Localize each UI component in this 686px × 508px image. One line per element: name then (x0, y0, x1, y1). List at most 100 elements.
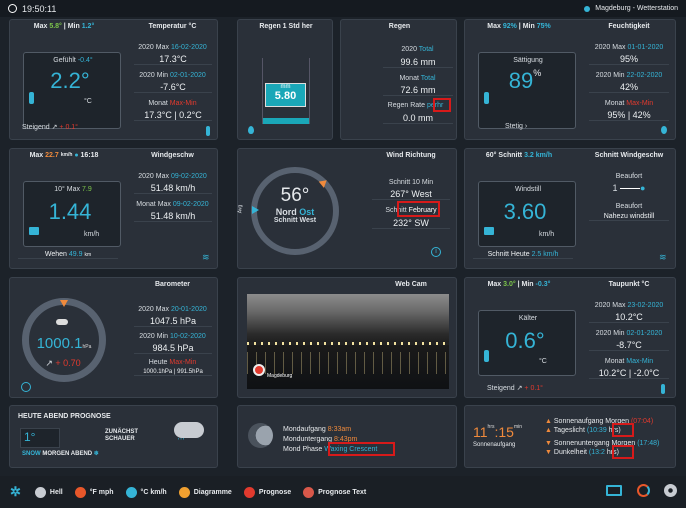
direction-dir2: Ost (299, 207, 315, 217)
direction-month-dir: SW (414, 218, 429, 228)
diagramme-dot-icon (178, 486, 190, 498)
sun-dark-highlight (612, 445, 634, 459)
diagramme-button[interactable]: Diagramme (178, 486, 232, 498)
webcam-lights (247, 352, 449, 374)
trend-up-icon: ↗ (45, 358, 53, 368)
avgwind-title: Schnitt Windgeschw (594, 151, 664, 159)
temp-month-maxmin: Max-Min (169, 100, 197, 107)
prognose-text-button[interactable]: Prognose Text (303, 486, 366, 498)
avgwind-unit: km/h (539, 231, 555, 238)
refresh-icon[interactable] (637, 484, 650, 497)
dew-max2020-date: 23-02-2020 (627, 302, 664, 309)
units-f-mph-button[interactable]: °F mph (74, 486, 114, 498)
wind-unit: km/h (84, 231, 100, 238)
webcam-title: Web Cam (395, 280, 427, 288)
ckmh-dot-icon (125, 486, 137, 498)
temp-min2020-date: 02-01-2020 (169, 72, 206, 79)
sun-rise: ▲ Sonnenaufgang Morgen (07:04) (545, 418, 654, 425)
wind-clock-icon: ● (74, 151, 79, 159)
sun-duration: 11hrs:15min (473, 424, 523, 440)
wind-max2020-label: 2020 Max (138, 173, 169, 180)
moon-rise-value: 8:33am (327, 426, 352, 433)
dew-trend-value: + 0.1° (524, 385, 543, 392)
prognose-label: Prognose (258, 488, 292, 496)
temp-feel: Gefühlt -0.4° (38, 57, 108, 64)
baro-unit: hPa (82, 344, 92, 350)
rain-month-value: 72.6 mm (383, 85, 453, 96)
dew-max2020-value: 10.2°C (589, 312, 669, 323)
webcam-image[interactable]: Magdeburg (247, 294, 449, 389)
moon-rise: Mondaufgang 8:33am (283, 426, 351, 433)
direction-ten-dir: West (411, 189, 432, 199)
location-name: Magdeburg - Wetterstation (595, 5, 678, 12)
humidity-unit: % (533, 68, 542, 78)
temp-trend-value: + 0.1° (59, 124, 78, 131)
wind-direction-panel: Wind Richtung Avg 56° Nord Ost Schnitt W… (237, 148, 457, 269)
fmph-label: °F mph (89, 488, 114, 496)
avgwind-today: Schnitt Heute 2.5 km/h (473, 251, 573, 259)
temp-month: Monat Max-Min (130, 100, 215, 107)
dew-max-value: 3.0° (503, 280, 516, 288)
dew-status: Kälter (518, 315, 538, 322)
settings-icon[interactable]: ✲ (10, 484, 21, 500)
avgwind-today-value: 2.5 km/h (531, 251, 559, 258)
baro-title: Barometer (154, 280, 190, 288)
baro-min2020-label: 2020 Min (139, 333, 169, 340)
dew-min-value: -0.3° (535, 280, 551, 288)
direction-ten-label: Schnitt 10 Min (388, 179, 434, 186)
rain-hour-display: mm 5.80 (265, 83, 306, 107)
dew-month-maxmin: Max-Min (626, 358, 654, 365)
temp-unit: °C (84, 98, 92, 105)
forecast-evening: MORGEN ABEND (42, 451, 93, 457)
temp-min-label: Min (67, 22, 80, 30)
monitor-icon[interactable] (606, 485, 622, 496)
baro-min2020-date: 10-02-2020 (169, 333, 206, 340)
dew-min2020-value: -8.7°C (589, 340, 669, 351)
info-icon[interactable]: i (431, 247, 441, 257)
theme-hell-button[interactable]: Hell (34, 486, 63, 498)
temp-trend: Steigend ↗ + 0.1° (22, 123, 78, 131)
sun-dark-label: Dunkelheit (553, 449, 587, 456)
rain-gauge-fill (263, 118, 309, 124)
avgwind-head-value: 3.2 km/h (524, 151, 553, 159)
dew-trend-label: Steigend (487, 385, 515, 392)
dew-title: Taupunkt °C (608, 280, 650, 288)
hum-max-value: 92% (502, 22, 517, 30)
temp-min2020-value: -7.6°C (134, 82, 212, 93)
prognose-text-dot-icon (303, 486, 315, 498)
sun-daylight: ▲ Tageslicht (10:39 hrs) (545, 427, 621, 434)
wind-gust-value: 49.9 (68, 251, 83, 258)
temp-current: 2.2° (50, 68, 90, 93)
diagramme-label: Diagramme (193, 488, 232, 496)
prognose-button[interactable]: Prognose (243, 486, 292, 498)
toggle-icon[interactable] (664, 484, 677, 497)
rain-total-label: 2020 (401, 46, 417, 53)
dew-min2020: 2020 Min 02-01-2020 (585, 330, 673, 337)
cloud-icon (56, 319, 68, 325)
temp-trend-label: Steigend (22, 124, 50, 131)
baro-today-maxmin: Max-Min (169, 359, 197, 366)
temp-min2020: 2020 Min 02-01-2020 (130, 72, 215, 79)
clock-icon (8, 4, 17, 13)
baro-trend: ↗ + 0.70 (38, 358, 88, 369)
beaufort2-value: Nahezu windstill (589, 213, 669, 221)
hum-min2020-value: 42% (589, 82, 669, 93)
rain-drops-icon: ''' (178, 438, 186, 445)
temp-month-label: Monat (148, 100, 168, 107)
temp-max2020-date: 16-02-2020 (170, 44, 207, 51)
units-c-kmh-button[interactable]: °C km/h (125, 486, 167, 498)
temp-min2020-label: 2020 Min (139, 72, 169, 79)
dew-max2020-label: 2020 Max (594, 302, 626, 309)
ckmh-label: °C km/h (140, 488, 167, 496)
wind-waves-icon: ≋ (659, 252, 667, 262)
forecast-text1: ZUNÄCHST (105, 429, 138, 435)
droplet-icon (661, 126, 667, 134)
baro-max2020: 2020 Max 20-01-2020 (130, 306, 215, 313)
avgwind-current: 3.60 (503, 199, 547, 224)
direction-title: Wind Richtung (386, 151, 436, 159)
rain-rate-highlight (433, 98, 451, 112)
wind-max-unit: km/h (60, 152, 73, 158)
temp-max2020: 2020 Max 16-02-2020 (130, 44, 215, 51)
sun-panel: 11hrs:15min Sonnenaufgang ▲ Sonnenaufgan… (464, 405, 676, 468)
temp-feel-label: Gefühlt (53, 57, 76, 64)
